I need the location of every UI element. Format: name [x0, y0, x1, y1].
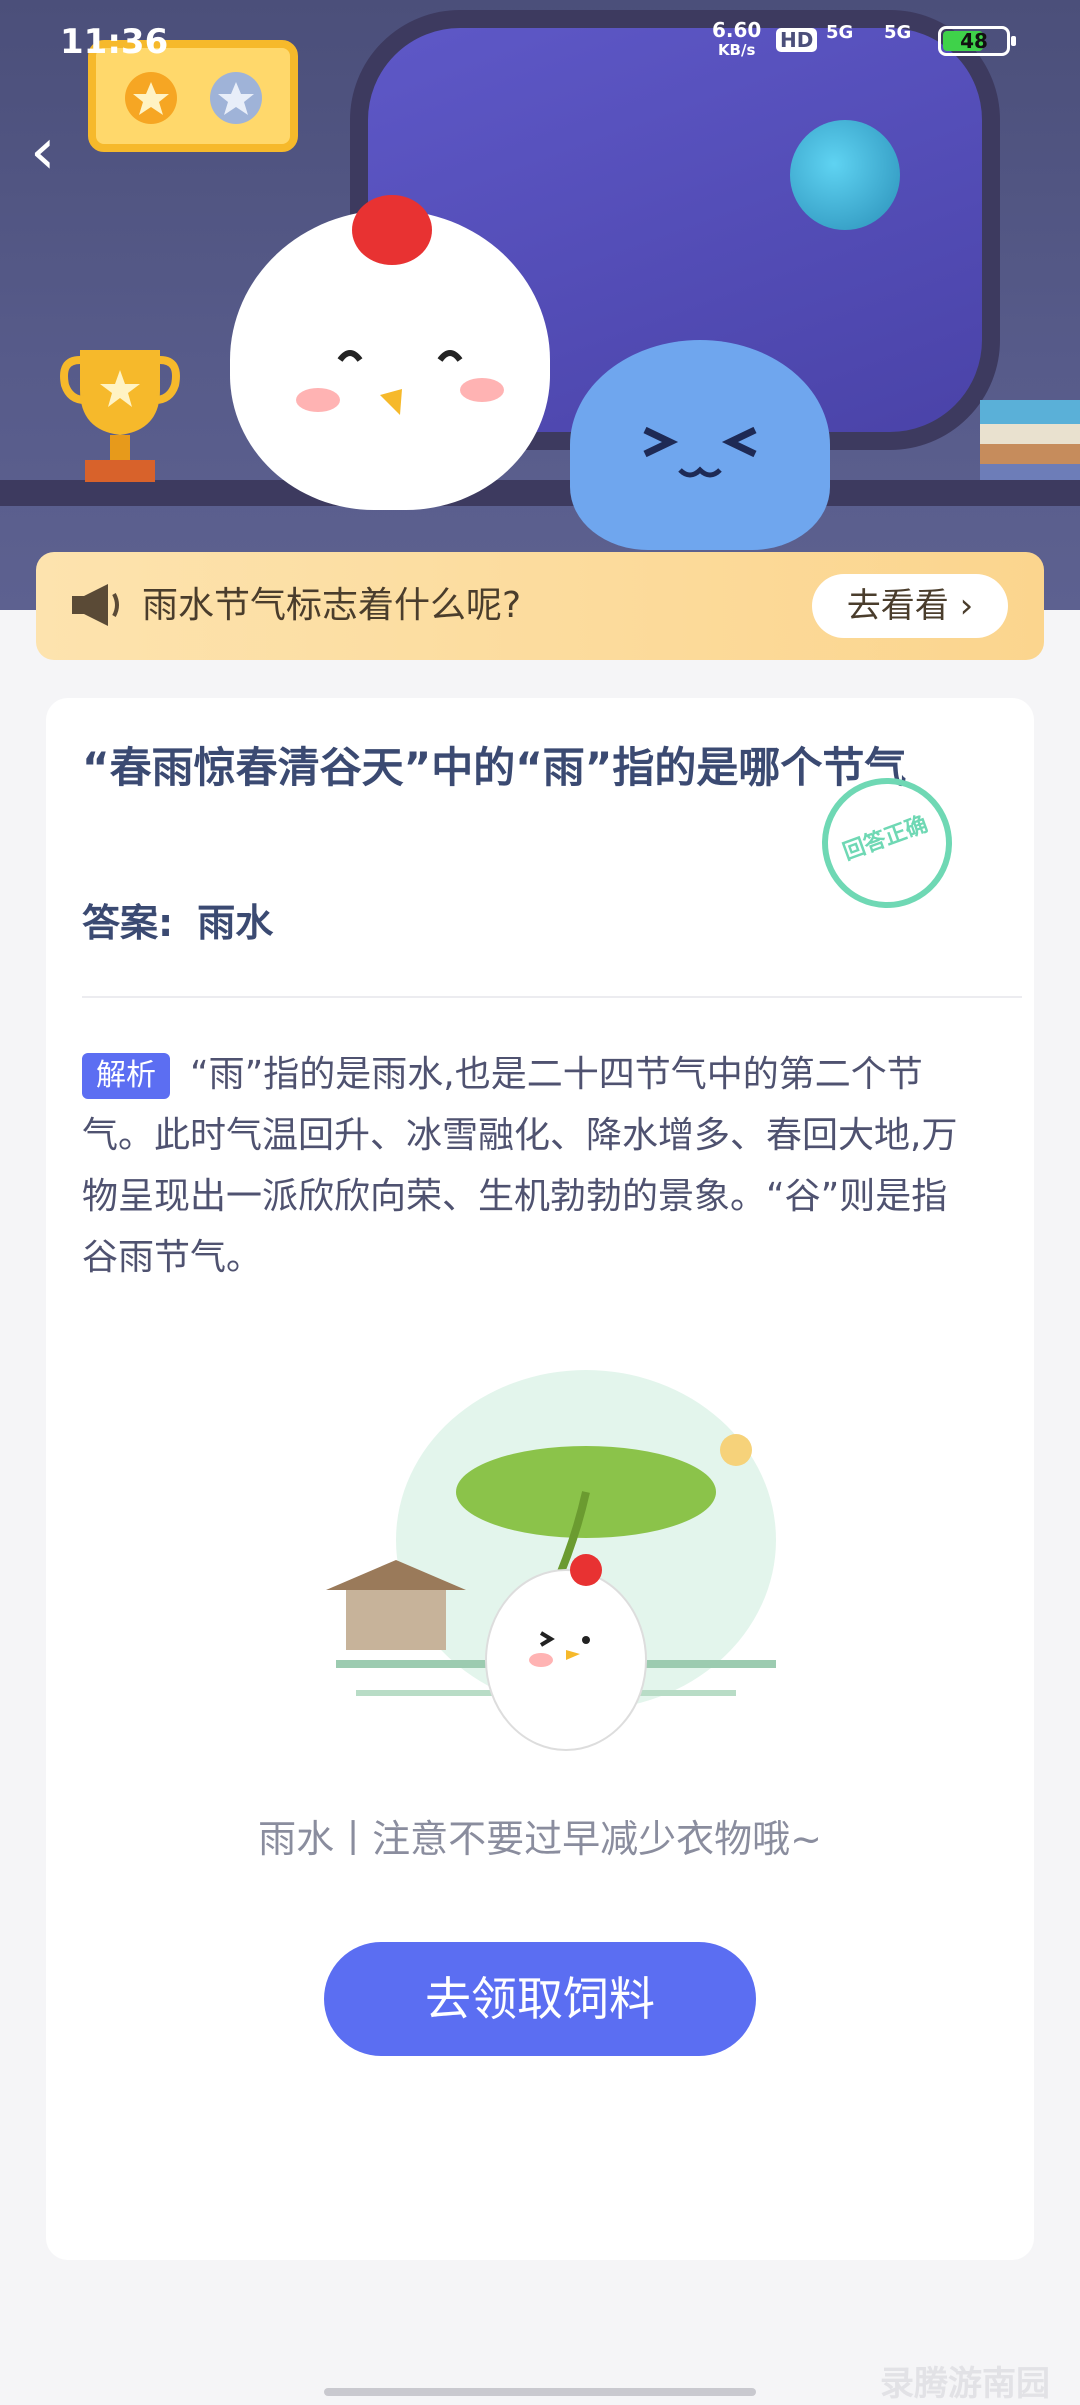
answer-card: “春雨惊春清谷天”中的“雨”指的是哪个节气 回答正确 答案: 雨水 解析 “雨”指的…	[46, 698, 1034, 2260]
hd-icon: HD	[776, 28, 818, 52]
rain-chick-illustration	[326, 1370, 776, 1751]
watermark: 录腾游南园	[880, 2364, 1050, 2404]
battery-icon: 48	[938, 26, 1016, 56]
question-title: “春雨惊春清谷天”中的“雨”指的是哪个节气	[82, 743, 907, 792]
divider	[82, 996, 1022, 998]
answer-value: 雨水	[197, 901, 274, 945]
home-indicator[interactable]	[324, 2388, 756, 2396]
chick-comb	[352, 195, 432, 265]
earth-icon	[790, 120, 900, 230]
status-bar: 11:36 6.60 KB/s HD 5G 5G 48	[0, 0, 1080, 80]
back-button[interactable]: ‹	[30, 120, 56, 184]
explanation-text: “雨”指的是雨水,也是二十四节气中的第二个节气。此时气温回升、冰雪融化、降水增多…	[82, 1054, 958, 1278]
tip-banner: 雨水节气标志着什么呢? 去看看 ›	[36, 552, 1044, 660]
go-see-button[interactable]: 去看看 ›	[812, 574, 1008, 638]
battery-level: 48	[960, 29, 988, 53]
claim-feed-button[interactable]: 去领取饲料	[324, 1942, 756, 2056]
signal-icon-2: 5G	[884, 22, 912, 43]
signal-icon: 5G	[826, 22, 854, 43]
illustration-caption: 雨水丨注意不要过早减少衣物哦~	[258, 1817, 822, 1861]
megaphone-icon	[72, 584, 119, 626]
banner-text: 雨水节气标志着什么呢?	[142, 585, 522, 626]
trophy-icon	[60, 350, 180, 482]
answer-label: 答案:	[82, 901, 174, 945]
explanation: 解析 “雨”指的是雨水,也是二十四节气中的第二个节气。此时气温回升、冰雪融化、降水…	[82, 1044, 982, 1288]
alien-mascot	[570, 340, 830, 550]
books-icon	[980, 400, 1080, 480]
network-speed: 6.60 KB/s	[712, 18, 762, 59]
hero-illustration	[0, 0, 1080, 610]
explanation-tag: 解析	[82, 1053, 170, 1099]
answer-row: 答案: 雨水	[82, 892, 273, 947]
status-time: 11:36	[60, 22, 169, 62]
